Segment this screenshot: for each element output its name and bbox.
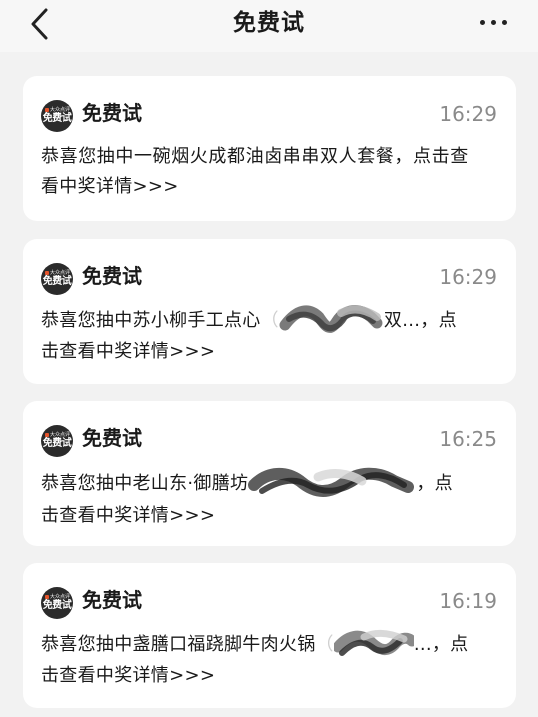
sender-name: 免费试 [82, 588, 142, 612]
message-time: 16:29 [439, 265, 497, 289]
free-trial-avatar: 大众点评 免费试 [41, 100, 73, 132]
notification-card[interactable]: 大众点评 免费试 免费试 16:29 恭喜您抽中一碗烟火成都油卤串串双人套餐，点… [23, 76, 516, 221]
notification-message[interactable]: 恭喜您抽中盏膳口福跷脚牛肉火锅（ ...，点 击查看中奖详情>>> [41, 629, 496, 691]
page-title: 免费试 [233, 10, 305, 36]
message-time: 16:25 [439, 427, 497, 451]
avatar-brand-text: 免费试 [42, 276, 72, 287]
message-text-end: ，点 [416, 473, 453, 494]
notification-card[interactable]: 大众点评 免费试 免费试 16:25 恭喜您抽中老山东·御膳坊 ，点 击查看中奖… [23, 401, 516, 546]
redaction-scribble [279, 305, 383, 333]
message-text-start: 恭喜您抽中盏膳口福跷脚牛肉火锅 [41, 634, 316, 655]
message-line-1: 恭喜您抽中苏小柳手工点心（ 双...，点 [41, 305, 496, 337]
message-line-2: 击查看中奖详情>>> [41, 341, 216, 362]
message-text-end: 双...，点 [383, 310, 457, 331]
free-trial-avatar: 大众点评 免费试 [41, 425, 73, 457]
sender-name: 免费试 [82, 264, 142, 288]
notification-card[interactable]: 大众点评 免费试 免费试 16:29 恭喜您抽中苏小柳手工点心（ 双...，点 … [23, 239, 516, 384]
partial-glyph: （ [315, 634, 334, 655]
message-line-2: 看中奖详情>>> [41, 176, 179, 197]
message-text-end: ...，点 [413, 634, 469, 655]
avatar-brand-text: 免费试 [42, 438, 72, 449]
free-trial-avatar: 大众点评 免费试 [41, 587, 73, 619]
message-text-start: 恭喜您抽中老山东·御膳坊 [41, 473, 249, 494]
free-trial-avatar: 大众点评 免费试 [41, 263, 73, 295]
notification-card[interactable]: 大众点评 免费试 免费试 16:19 恭喜您抽中盏膳口福跷脚牛肉火锅（ ...，… [23, 563, 516, 708]
avatar-brand-text: 免费试 [42, 113, 72, 124]
more-options-icon[interactable] [476, 8, 512, 36]
message-line-1: 恭喜您抽中盏膳口福跷脚牛肉火锅（ ...，点 [41, 629, 496, 661]
message-line-2: 击查看中奖详情>>> [41, 505, 216, 526]
notification-message[interactable]: 恭喜您抽中老山东·御膳坊 ，点 击查看中奖详情>>> [41, 467, 496, 531]
message-line-1: 恭喜您抽中一碗烟火成都油卤串串双人套餐，点击查 [41, 146, 469, 167]
redaction-scribble [248, 467, 415, 497]
top-nav-bar: 免费试 [0, 0, 538, 52]
message-line-2: 击查看中奖详情>>> [41, 665, 216, 686]
notification-message[interactable]: 恭喜您抽中苏小柳手工点心（ 双...，点 击查看中奖详情>>> [41, 305, 496, 367]
sender-name: 免费试 [82, 426, 142, 450]
notification-message[interactable]: 恭喜您抽中一碗烟火成都油卤串串双人套餐，点击查 看中奖详情>>> [41, 142, 496, 202]
message-text-start: 恭喜您抽中苏小柳手工点心 [41, 310, 261, 331]
sender-name: 免费试 [82, 101, 142, 125]
partial-glyph: （ [260, 310, 279, 331]
message-line-1: 恭喜您抽中老山东·御膳坊 ，点 [41, 467, 496, 501]
message-time: 16:19 [439, 589, 497, 613]
avatar-brand-text: 免费试 [42, 600, 72, 611]
redaction-scribble [333, 629, 414, 656]
message-time: 16:29 [439, 102, 497, 126]
